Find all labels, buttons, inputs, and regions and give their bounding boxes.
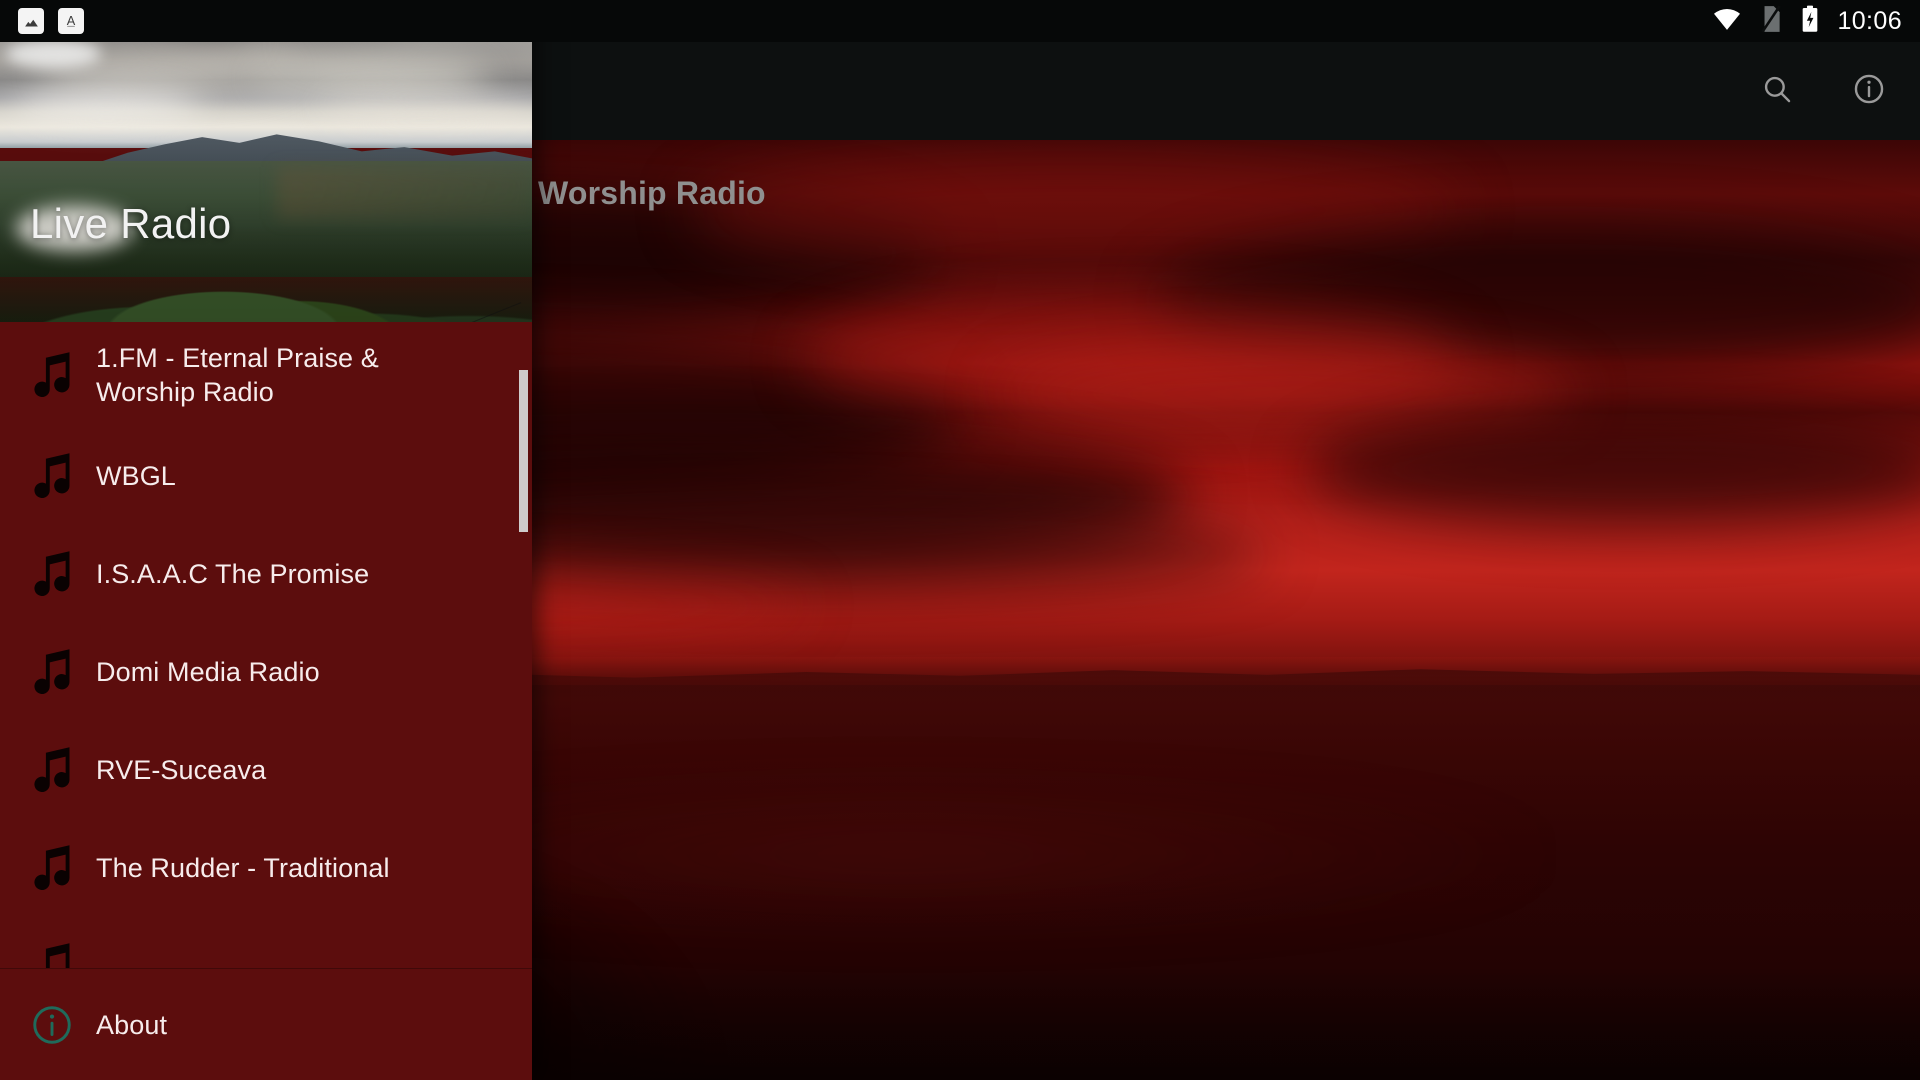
sidebar-item-station[interactable]: The Rudder - Traditional [0,819,532,917]
sidebar-item-station[interactable]: RVE-Suceava [0,721,532,819]
status-bar-clock: 10:06 [1837,6,1902,35]
sidebar-item-about[interactable]: About [0,969,532,1080]
info-circle-icon [30,1003,92,1047]
sidebar-item-about-label: About [96,1009,168,1040]
sidebar-item-station-partial[interactable] [0,917,532,968]
info-button[interactable] [1840,62,1898,120]
svg-text:A: A [67,13,76,28]
page-title: Worship Radio [538,175,766,211]
music-note-icon [30,842,92,894]
image-icon [18,8,44,34]
sidebar-item-label: 1.FM - Eternal Praise & Worship Radio [96,342,379,407]
music-note-icon [30,940,92,968]
sidebar-item-station[interactable]: 1.FM - Eternal Praise & Worship Radio [0,322,532,427]
music-note-icon [30,744,92,796]
sidebar-item-label: WBGL [96,461,176,491]
drawer-scrollbar[interactable] [519,370,528,532]
app-root: Worship Radio Live Radio 1.FM - Eternal … [0,0,1920,1080]
drawer-header: Live Radio [0,0,532,322]
music-note-icon [30,349,92,401]
text-font-icon: A [58,8,84,34]
sidebar-item-label: Domi Media Radio [96,657,320,687]
search-icon [1760,72,1794,111]
battery-charging-icon [1800,5,1820,38]
music-note-icon [30,548,92,600]
header-scrim [0,0,532,322]
sidebar-item-label: The Rudder - Traditional [96,853,390,883]
drawer-footer: About [0,968,532,1080]
drawer-station-list[interactable]: 1.FM - Eternal Praise & Worship Radio WB… [0,322,532,968]
sidebar-item-station[interactable]: Domi Media Radio [0,623,532,721]
music-note-icon [30,646,92,698]
sidebar-item-label: I.S.A.A.C The Promise [96,559,370,589]
sidebar-item-station[interactable]: I.S.A.A.C The Promise [0,525,532,623]
sidebar-item-station[interactable]: WBGL [0,427,532,525]
search-button[interactable] [1748,62,1806,120]
drawer-scrollbar-track[interactable] [519,322,528,968]
sim-card-off-icon [1759,4,1783,38]
status-bar-system: 10:06 [1712,0,1902,42]
status-bar-notifications: A [0,0,532,42]
music-note-icon [30,450,92,502]
drawer-title: Live Radio [30,200,232,247]
toolbar-actions [1748,42,1898,140]
wifi-icon [1712,6,1742,37]
sidebar-item-label: RVE-Suceava [96,755,267,785]
navigation-drawer: Live Radio 1.FM - Eternal Praise & Worsh… [0,0,532,1080]
info-icon [1852,72,1886,111]
